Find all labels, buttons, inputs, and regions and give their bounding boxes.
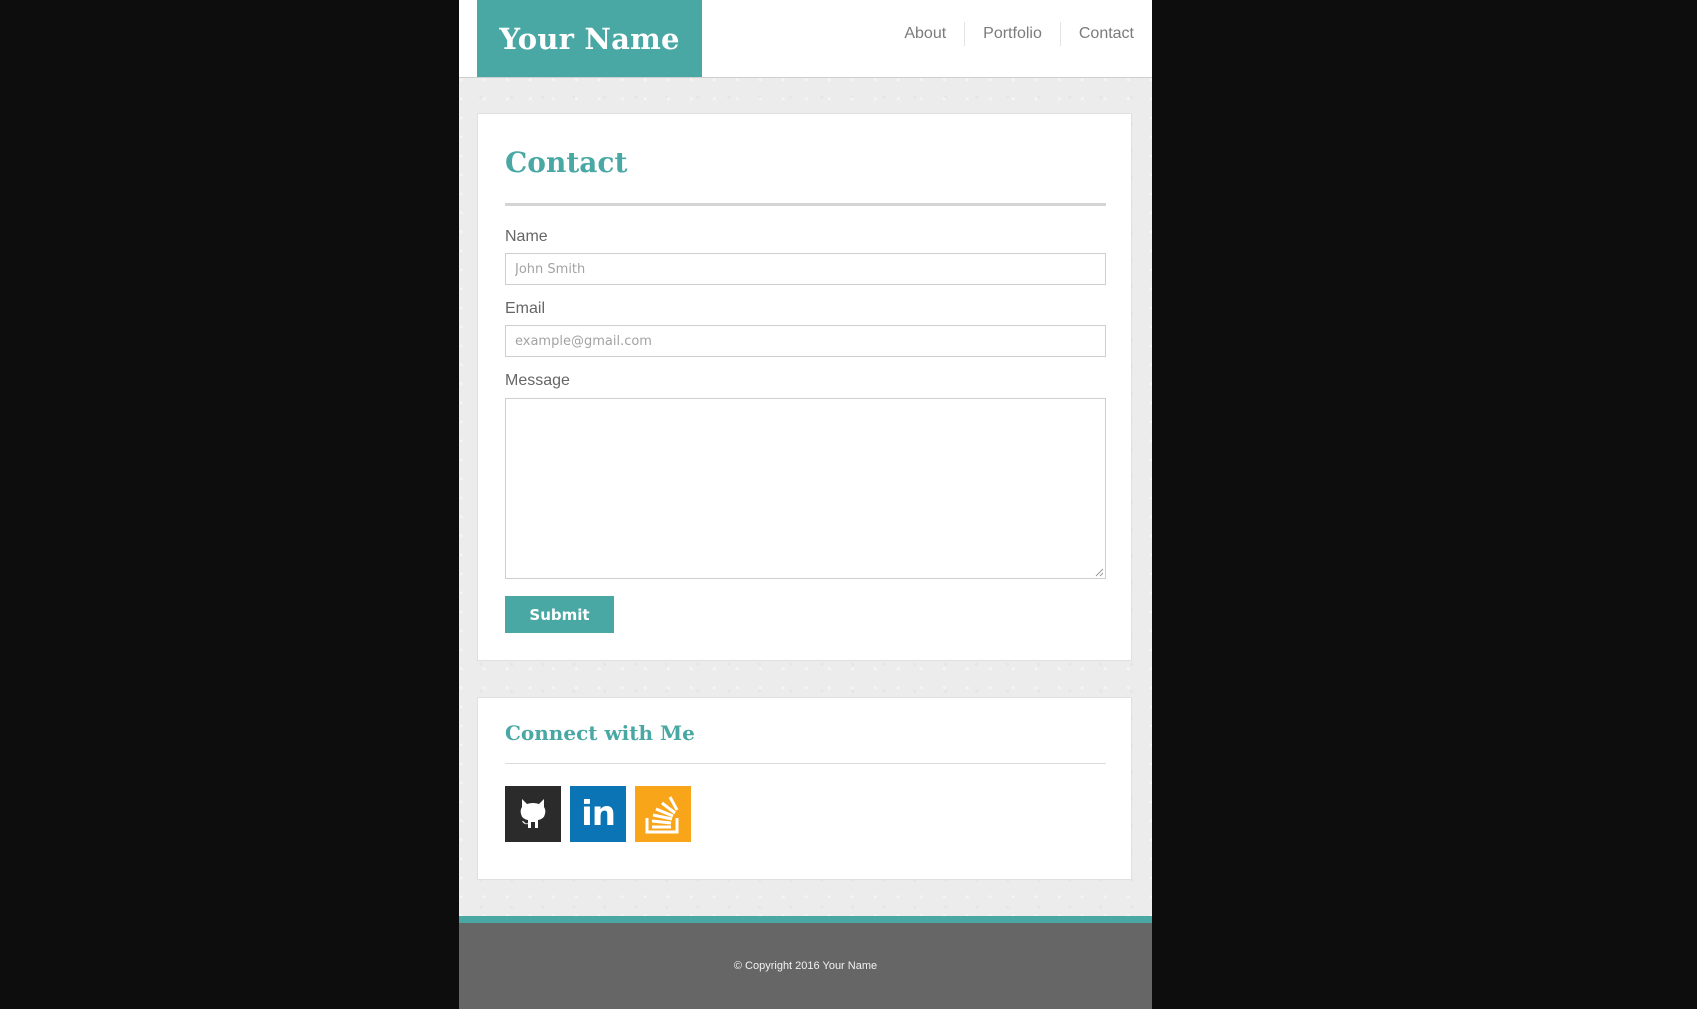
stackoverflow-link[interactable]: [635, 786, 691, 842]
main-nav: About Portfolio Contact: [886, 22, 1134, 46]
email-label: Email: [505, 300, 546, 317]
nav-link-contact[interactable]: Contact: [1059, 22, 1134, 46]
site-header: Your Name About Portfolio Contact: [459, 0, 1152, 78]
name-label: Name: [505, 228, 548, 245]
github-link[interactable]: [505, 786, 561, 842]
footer-accent-bar: [459, 916, 1152, 923]
brand-logo[interactable]: Your Name: [477, 0, 702, 77]
resize-grip-icon[interactable]: [1095, 568, 1104, 577]
email-input[interactable]: [505, 325, 1106, 357]
nav-link-portfolio[interactable]: Portfolio: [964, 22, 1060, 46]
name-input[interactable]: [505, 253, 1106, 285]
github-icon: [520, 799, 546, 828]
copyright-text: © Copyright 2016 Your Name: [733, 960, 878, 972]
linkedin-icon: in: [581, 794, 616, 834]
connect-divider: [505, 763, 1106, 764]
connect-title: Connect with Me: [505, 721, 695, 745]
site-footer: © Copyright 2016 Your Name: [459, 923, 1152, 1009]
message-textarea[interactable]: [505, 398, 1106, 579]
message-label: Message: [505, 372, 570, 389]
contact-title: Contact: [505, 146, 628, 179]
contact-divider: [505, 203, 1106, 206]
contact-card: Contact Name Email Message Submit: [477, 113, 1132, 661]
connect-card: Connect with Me in: [477, 697, 1132, 880]
stackoverflow-icon: [645, 796, 679, 834]
page: Your Name About Portfolio Contact Contac…: [459, 0, 1152, 1009]
submit-button[interactable]: Submit: [505, 596, 614, 633]
nav-link-about[interactable]: About: [886, 22, 964, 46]
linkedin-link[interactable]: in: [570, 786, 626, 842]
